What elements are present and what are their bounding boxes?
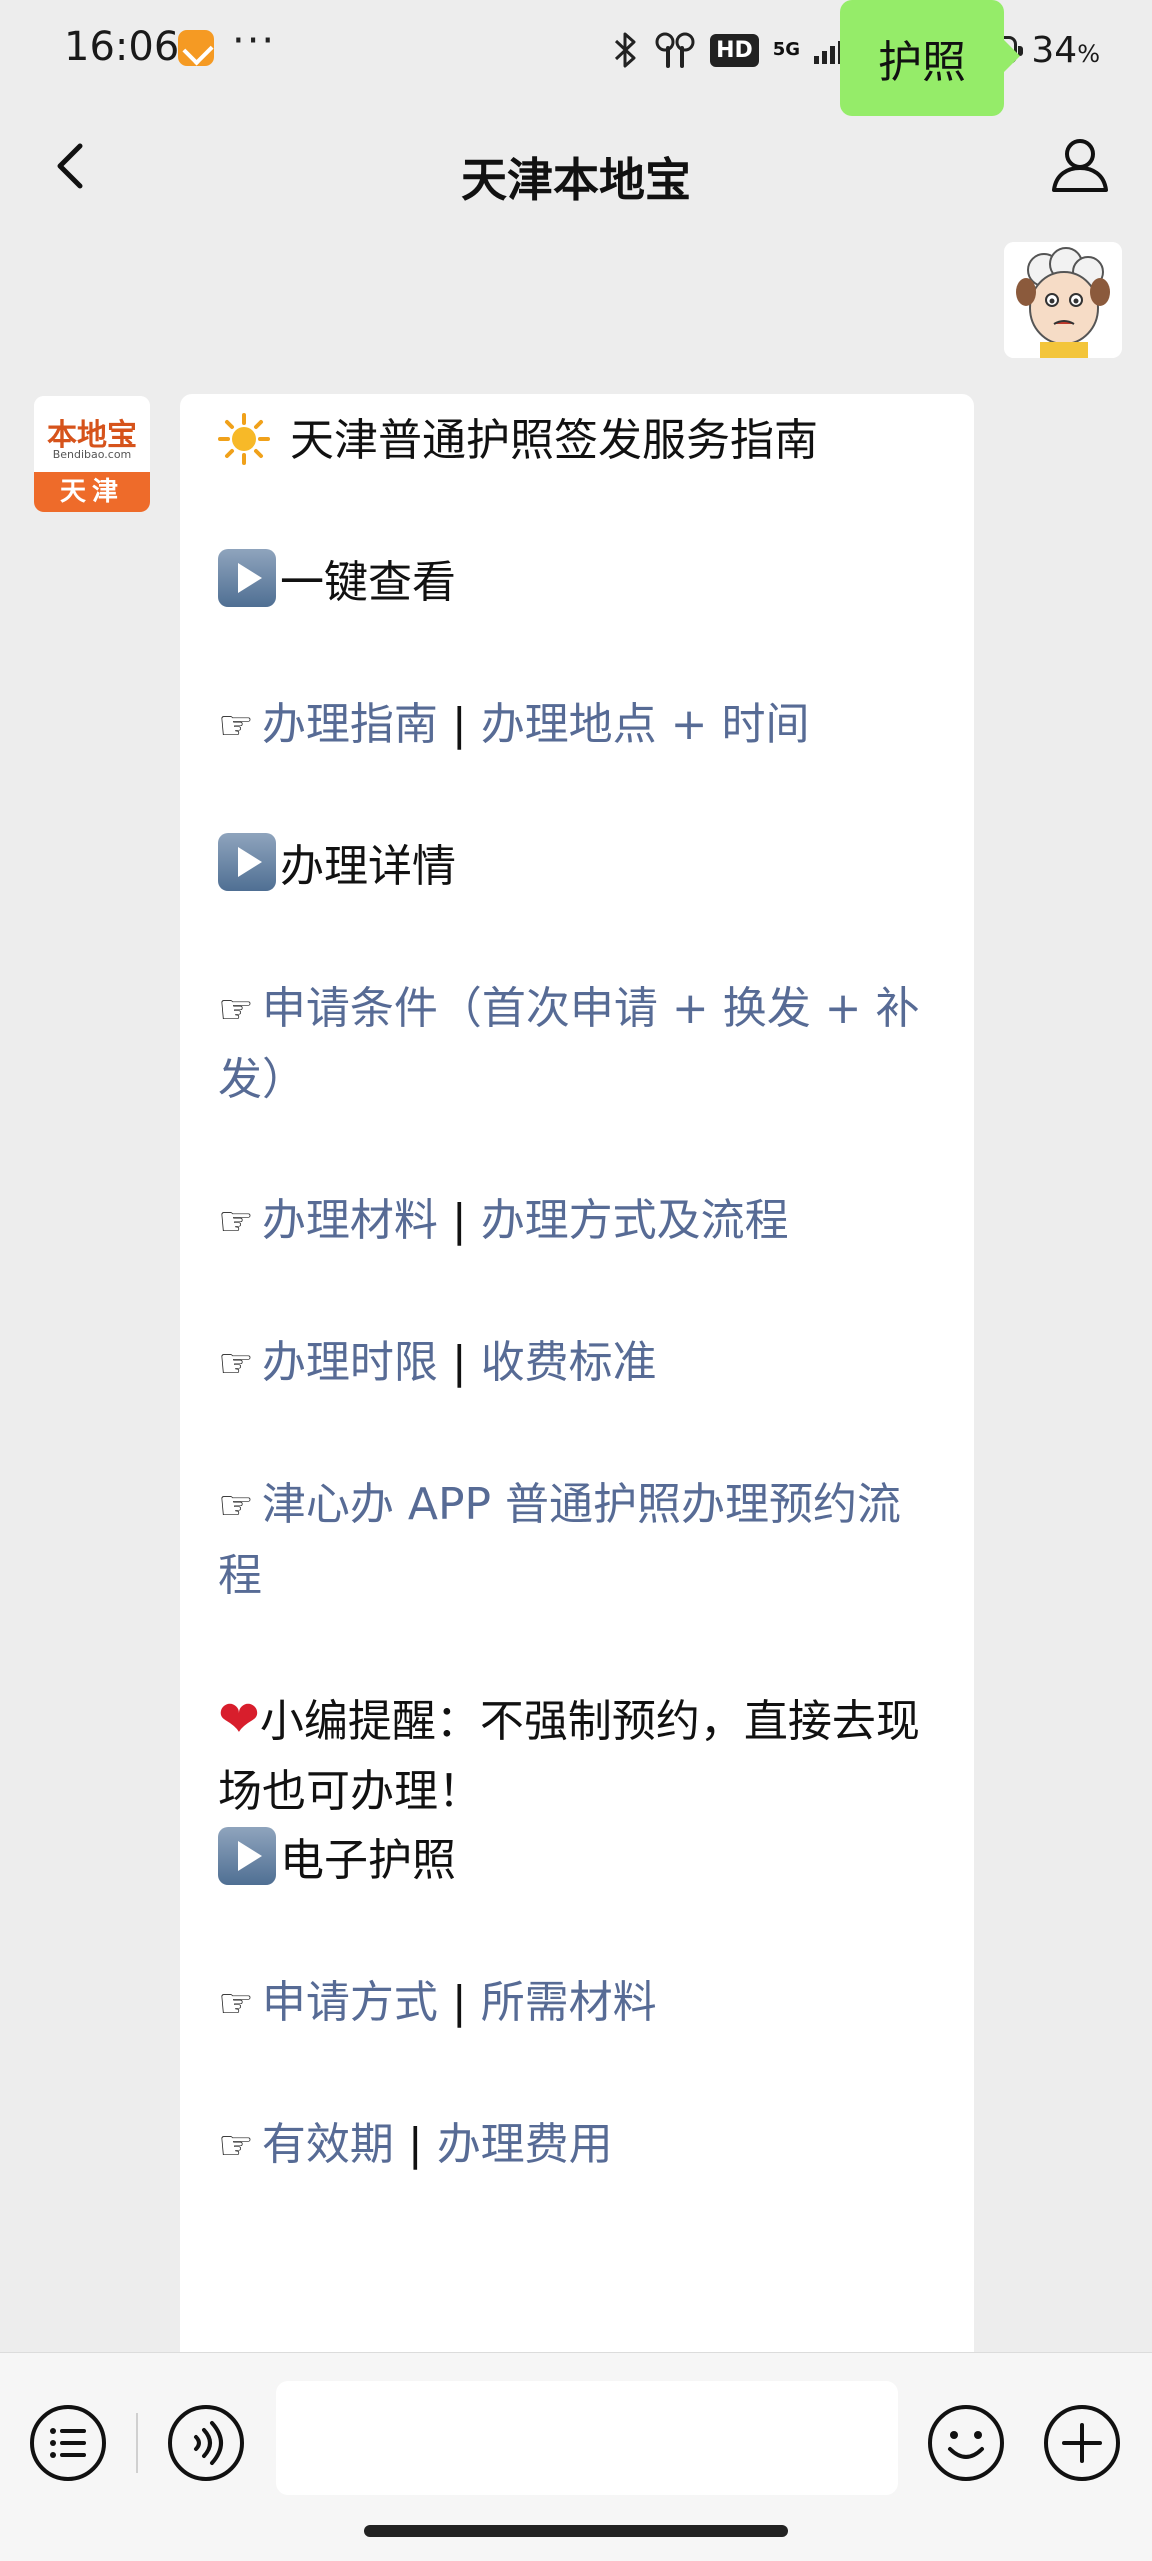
section-title: 电子护照 [280,1835,456,1886]
link-time-limit[interactable]: 办理时限 [262,1337,438,1388]
play-icon [218,833,276,891]
divider [136,2413,138,2473]
menu-list-icon[interactable] [28,2403,108,2483]
section-header-details: 办理详情 [218,832,938,902]
network-label-1: 5G [772,39,801,60]
link-required-materials[interactable]: 所需材料 [481,1977,657,2028]
link-row: ☞ 申请条件（首次申请 + 换发 + 补发） [218,974,938,1115]
separator: | [451,1977,467,2028]
hd-badge: HD [710,33,759,67]
link-validity[interactable]: 有效期 [262,2119,394,2170]
play-icon [218,1827,276,1885]
separator: | [407,2119,423,2170]
reminder-text: ❤小编提醒：不强制预约，直接去现场也可办理！ [218,1684,938,1827]
pointing-hand-icon: ☞ [218,703,254,749]
pointing-hand-icon: ☞ [218,1341,254,1387]
sheep-avatar-icon [1004,242,1122,358]
bot-avatar[interactable]: 本地宝 Bendibao.com 天津 [34,396,150,512]
battery-percentage: 34% [1031,29,1100,71]
section-header-epassport: 电子护照 [218,1826,938,1896]
section-title: 办理详情 [280,841,456,892]
link-row: ☞ 津心办 APP 普通护照办理预约流程 [218,1470,938,1611]
pointing-hand-icon: ☞ [218,2123,254,2169]
earbuds-icon [655,32,695,68]
link-cost[interactable]: 办理费用 [437,2119,613,2170]
separator: | [451,1195,467,1246]
more-notifications-icon: ··· [232,18,277,64]
outgoing-message-text: 护照 [878,37,966,88]
link-materials[interactable]: 办理材料 [262,1195,438,1246]
link-row: ☞ 申请方式 | 所需材料 [218,1968,938,2039]
pointing-hand-icon: ☞ [218,1981,254,2027]
app-notification-icon [178,30,214,66]
voice-icon[interactable] [166,2403,246,2483]
pointing-hand-icon: ☞ [218,1483,254,1529]
profile-button[interactable] [1048,132,1112,196]
bluetooth-icon [615,32,636,68]
status-time: 16:06 [64,24,180,70]
play-icon [218,549,276,607]
incoming-message-card: 天津普通护照签发服务指南 一键查看 ☞ 办理指南 | 办理地点 + 时间 办理详情… [180,394,974,2444]
sun-icon [218,413,270,465]
pointing-hand-icon: ☞ [218,1199,254,1245]
bot-logo-city: 天津 [34,472,150,512]
link-process[interactable]: 办理方式及流程 [481,1195,789,1246]
link-conditions[interactable]: 申请条件（首次申请 + 换发 + 补发） [218,983,920,1105]
nav-bar: 天津本地宝 [0,100,1152,230]
home-indicator[interactable] [364,2525,788,2537]
link-fees[interactable]: 收费标准 [481,1337,657,1388]
pointing-hand-icon: ☞ [218,987,254,1033]
link-app-appointment[interactable]: 津心办 APP 普通护照办理预约流程 [218,1479,901,1601]
separator: | [451,1337,467,1388]
section-title: 一键查看 [280,557,456,608]
outgoing-message[interactable]: 护照 [840,0,1020,116]
emoji-icon[interactable] [926,2403,1006,2483]
message-input[interactable] [276,2381,898,2495]
plus-icon[interactable] [1042,2403,1122,2483]
user-avatar[interactable] [1004,242,1122,358]
card-title: 天津普通护照签发服务指南 [290,415,818,466]
link-row: ☞ 办理材料 | 办理方式及流程 [218,1186,938,1257]
link-row: ☞ 有效期 | 办理费用 [218,2110,938,2181]
link-row: ☞ 办理时限 | 收费标准 [218,1328,938,1399]
chat-title: 天津本地宝 [461,153,691,207]
card-title-line: 天津普通护照签发服务指南 [218,406,938,476]
section-header-overview: 一键查看 [218,548,938,618]
link-apply-method[interactable]: 申请方式 [262,1977,438,2028]
heart-icon: ❤ [218,1690,260,1748]
link-row: ☞ 办理指南 | 办理地点 + 时间 [218,690,938,761]
separator: | [451,699,467,750]
link-location-time[interactable]: 办理地点 + 时间 [481,699,810,750]
link-guide[interactable]: 办理指南 [262,699,438,750]
bot-logo-domain: Bendibao.com [52,448,132,461]
